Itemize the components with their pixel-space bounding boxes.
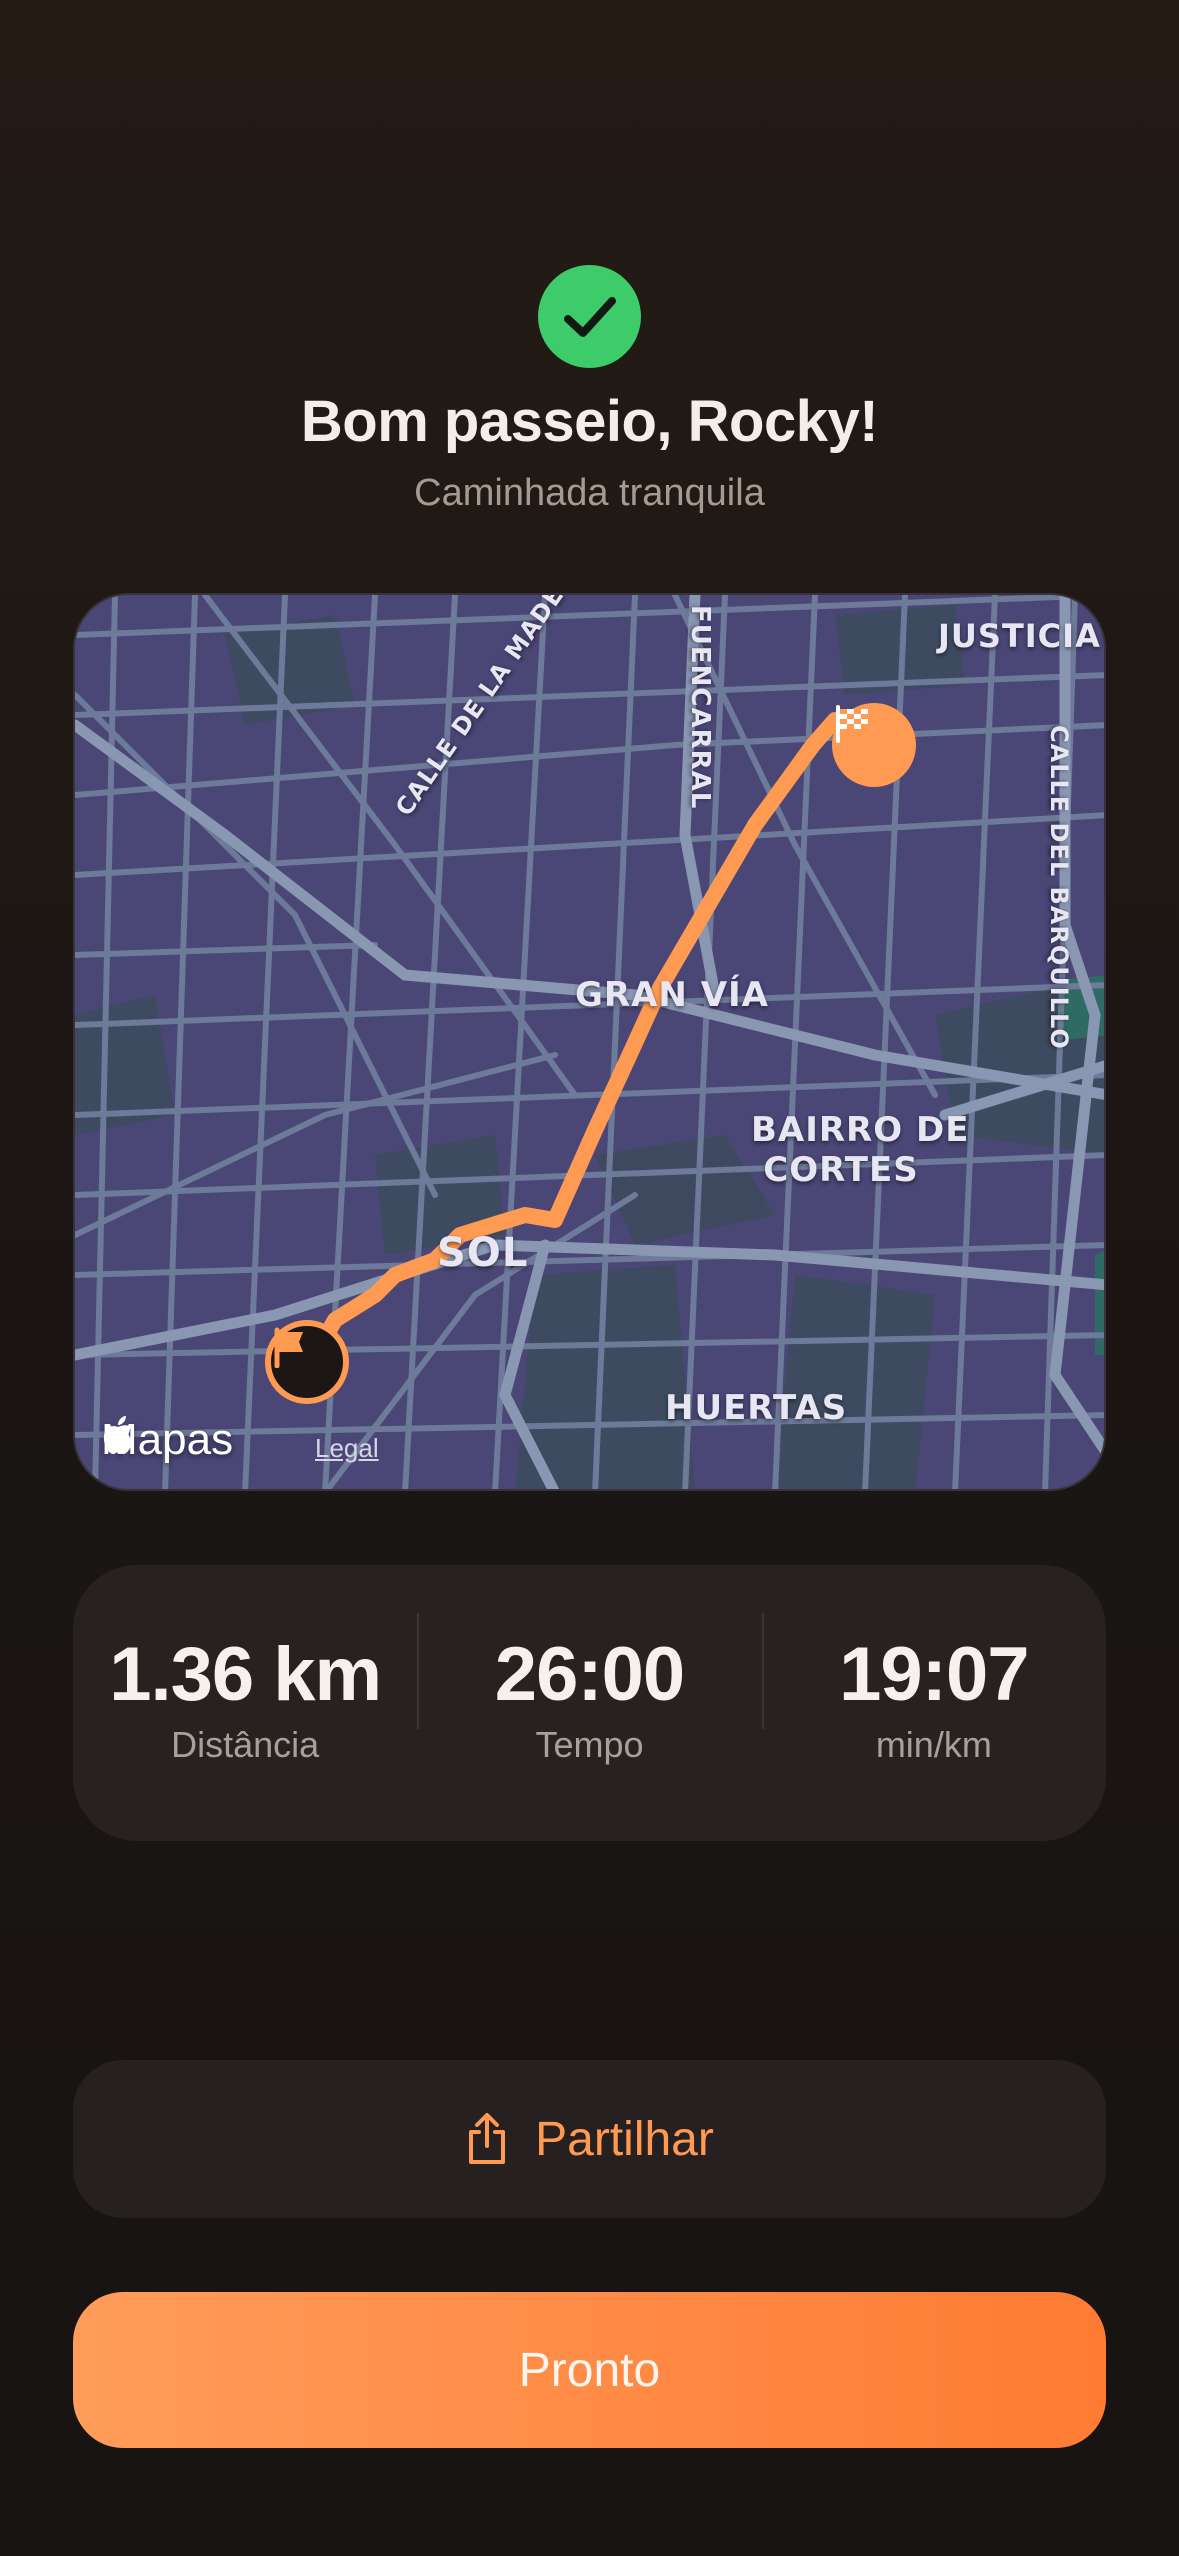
apple-logo-icon [103,1416,133,1454]
stat-label: min/km [875,1723,992,1765]
map-label-gran-via: GRAN VÍA [575,975,769,1015]
map-label-bairro-cortes: BAIRRO DE CORTES [751,1110,970,1190]
map-label-justicia: JUSTICIA [938,617,1101,655]
stat-distance: 1.36 km Distância [73,1565,417,1841]
checkered-flag-icon[interactable] [832,703,916,787]
share-button-label: Partilhar [535,2112,714,2166]
stat-value: 26:00 [494,1631,685,1717]
maps-logo: Mapas [101,1415,234,1464]
route-map[interactable]: JUSTICIA CALLE DE LA MADERA FUENCARRAL C… [73,593,1106,1491]
map-label-huertas: HUERTAS [665,1388,848,1428]
map-label-calle-barquillo: CALLE DEL BARQUILLO [1045,725,1073,1050]
walk-summary-screen: Bom passeio, Rocky! Caminhada tranquila [0,0,1179,2556]
share-button[interactable]: Partilhar [73,2060,1106,2218]
stat-pace: 19:07 min/km [761,1565,1106,1841]
share-icon [469,2113,506,2164]
page-title: Bom passeio, Rocky! [300,389,879,454]
checkmark-icon [538,265,641,368]
stat-label: Tempo [535,1723,644,1765]
map-streets [75,595,1104,1489]
map-label-sol: SOL [437,1230,529,1276]
stat-time: 26:00 Tempo [417,1565,761,1841]
stat-value: 1.36 km [109,1631,382,1717]
stat-label: Distância [171,1723,320,1765]
done-button[interactable]: Pronto [73,2292,1106,2448]
map-legal-link[interactable]: Legal [315,1433,379,1464]
walk-type-subtitle: Caminhada tranquila [414,472,765,514]
flag-icon[interactable] [265,1320,349,1404]
map-label-fuencarral: FUENCARRAL [685,605,715,810]
stat-value: 19:07 [839,1631,1029,1717]
walk-stats-card: 1.36 km Distância 26:00 Tempo 19:07 min/… [73,1565,1106,1841]
